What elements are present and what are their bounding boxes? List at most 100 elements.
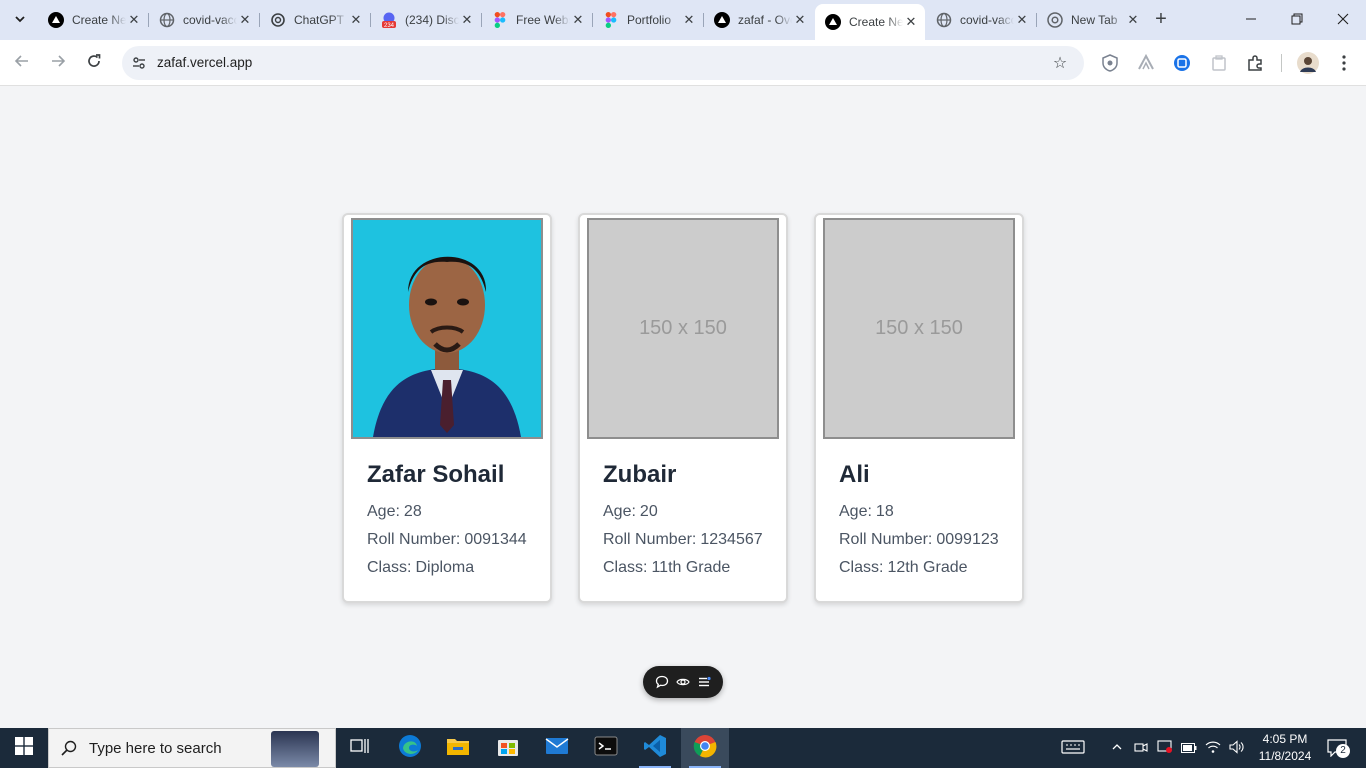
student-card: 150 x 150 Zubair Age: 20 Roll Number: 1234… — [578, 213, 788, 603]
student-name: Ali — [839, 461, 870, 488]
close-window-button[interactable] — [1320, 0, 1366, 40]
bookmark-star-icon[interactable]: ☆ — [1050, 53, 1070, 73]
show-hidden-icons-button[interactable] — [1106, 728, 1128, 768]
tab-title: covid-vaccine — [960, 13, 1014, 27]
student-card: Zafar Sohail Age: 28 Roll Number: 0091344 … — [342, 213, 552, 603]
tab-title: Portfolio — [627, 13, 672, 27]
search-icon — [49, 728, 89, 768]
class-value: Diploma — [415, 559, 475, 576]
tab-create-next-app[interactable]: Create Next App ✕ — [38, 4, 148, 36]
camera-icon — [1134, 740, 1148, 757]
vercel-triangle-icon — [714, 12, 730, 28]
taskbar-search-box[interactable]: Type here to search — [48, 728, 336, 768]
restore-button[interactable] — [1274, 0, 1320, 40]
system-clock[interactable]: 4:05 PM 11/8/2024 — [1254, 731, 1316, 765]
url-text[interactable]: zafaf.vercel.app — [157, 55, 252, 70]
close-icon[interactable]: ✕ — [792, 12, 808, 28]
tab-title: covid-vaccine — [183, 13, 237, 27]
student-class: Class: 12th Grade — [839, 559, 968, 577]
student-age: Age: 20 — [603, 503, 658, 521]
age-label: Age: — [603, 503, 636, 520]
address-bar[interactable]: zafaf.vercel.app ☆ — [122, 46, 1084, 80]
blue-extension-icon[interactable] — [1171, 52, 1193, 74]
chrome-app[interactable] — [681, 728, 729, 768]
tab-zafaf-overview[interactable]: zafaf - Overview ✕ — [704, 4, 814, 36]
network-status[interactable] — [1202, 728, 1224, 768]
vscode-app[interactable] — [631, 728, 679, 768]
close-icon[interactable]: ✕ — [126, 12, 142, 28]
edge-app[interactable] — [386, 728, 434, 768]
placeholder-image: 150 x 150 — [587, 218, 779, 439]
toolbar-divider — [1281, 54, 1282, 72]
meet-now-button[interactable] — [1131, 728, 1151, 768]
keyboard-tray-button[interactable] — [1058, 728, 1088, 768]
arrow-right-icon — [50, 53, 66, 74]
tab-new-tab[interactable]: New Tab ✕ — [1037, 4, 1147, 36]
tab-chatgpt[interactable]: ChatGPT ✕ — [260, 4, 370, 36]
clipboard-extension-icon[interactable] — [1208, 52, 1230, 74]
forward-button[interactable] — [44, 49, 72, 77]
search-placeholder: Type here to search — [89, 739, 222, 757]
close-icon[interactable]: ✕ — [570, 12, 586, 28]
close-icon[interactable]: ✕ — [237, 12, 253, 28]
mail-app[interactable] — [533, 728, 581, 768]
more-menu-icon[interactable] — [1333, 52, 1355, 74]
student-roll-number: Roll Number: 1234567 — [603, 531, 763, 549]
reload-button[interactable] — [80, 49, 108, 77]
minimize-icon — [1245, 12, 1257, 28]
battery-status[interactable] — [1178, 728, 1200, 768]
tab-free-website[interactable]: Free Website ✕ — [482, 4, 592, 36]
menu-icon[interactable] — [696, 674, 712, 690]
file-explorer-app[interactable] — [434, 728, 482, 768]
comment-icon[interactable] — [654, 674, 670, 690]
start-button[interactable] — [0, 728, 48, 768]
back-button[interactable] — [8, 49, 36, 77]
close-icon[interactable]: ✕ — [1014, 12, 1030, 28]
clock-time: 4:05 PM — [1262, 732, 1308, 746]
keyboard-icon — [1061, 739, 1085, 757]
tab-portfolio[interactable]: Portfolio ✕ — [593, 4, 703, 36]
profile-avatar[interactable] — [1296, 51, 1320, 75]
globe-icon — [159, 12, 175, 28]
student-roll-number: Roll Number: 0099123 — [839, 531, 999, 549]
puzzle-extensions-icon[interactable] — [1244, 52, 1266, 74]
volume-control[interactable] — [1226, 728, 1248, 768]
tab-covid-vaccine-2[interactable]: covid-vaccine ✕ — [926, 4, 1036, 36]
notification-center-button[interactable]: 2 — [1320, 728, 1354, 768]
shield-extension-icon[interactable] — [1099, 52, 1121, 74]
vercel-triangle-icon — [48, 12, 64, 28]
chrome-icon — [693, 734, 717, 763]
tab-title: zafaf - Overview — [738, 13, 792, 27]
tab-create-next-app-active[interactable]: Create Next App ✕ — [815, 4, 925, 40]
store-app[interactable] — [484, 728, 532, 768]
student-age: Age: 18 — [839, 503, 894, 521]
close-icon[interactable]: ✕ — [681, 12, 697, 28]
eye-icon[interactable] — [675, 674, 691, 690]
screen-record-button[interactable] — [1154, 728, 1176, 768]
tab-discord[interactable]: 234 (234) Discord ✕ — [371, 4, 481, 36]
terminal-app[interactable] — [582, 728, 630, 768]
placeholder-text: 150 x 150 — [639, 317, 727, 339]
search-highlight-image — [271, 731, 319, 767]
tab-search-button[interactable] — [8, 8, 32, 32]
student-card: 150 x 150 Ali Age: 18 Roll Number: 0099123… — [814, 213, 1024, 603]
age-value: 18 — [875, 503, 894, 520]
site-settings-icon[interactable] — [130, 54, 148, 72]
student-name: Zubair — [603, 461, 677, 488]
minimize-button[interactable] — [1228, 0, 1274, 40]
close-icon[interactable]: ✕ — [459, 12, 475, 28]
close-icon[interactable]: ✕ — [348, 12, 364, 28]
vector-extension-icon[interactable] — [1135, 52, 1157, 74]
close-icon[interactable]: ✕ — [1125, 12, 1141, 28]
task-view-button[interactable] — [336, 728, 384, 768]
figma-icon — [603, 12, 619, 28]
tab-covid-vaccine[interactable]: covid-vaccine ✕ — [149, 4, 259, 36]
windows-logo-icon — [15, 736, 33, 760]
new-tab-button[interactable]: + — [1151, 9, 1171, 30]
age-value: 28 — [403, 503, 422, 520]
speaker-icon — [1229, 739, 1245, 757]
class-label: Class: — [367, 559, 412, 576]
edge-icon — [398, 734, 422, 763]
close-icon[interactable]: ✕ — [903, 14, 919, 30]
age-value: 20 — [639, 503, 658, 520]
